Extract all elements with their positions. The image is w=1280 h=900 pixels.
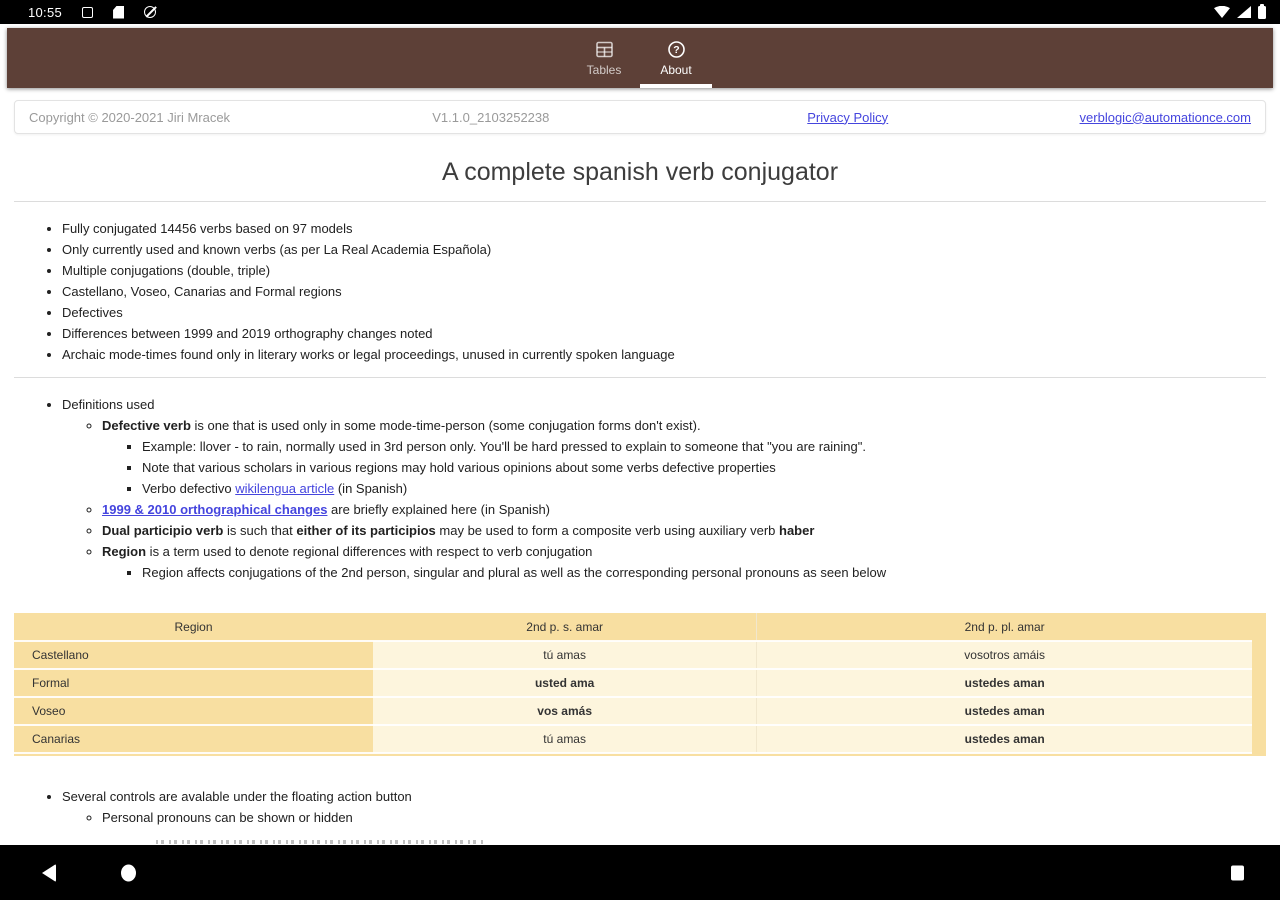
text-segment: is a term used to denote regional differ… — [146, 544, 593, 559]
list-item: Verbo defectivo wikilengua article (in S… — [142, 478, 1266, 499]
text-segment: Definitions used — [62, 397, 155, 412]
clock: 10:55 — [28, 4, 63, 20]
table-row: Castellano tú amas vosotros amáis — [14, 641, 1252, 670]
text-segment: Region — [102, 544, 147, 559]
list-item: Personal pronouns can be shown or hidden — [102, 807, 1266, 828]
text-segment: Several controls are avalable under the … — [62, 789, 412, 804]
list-item: Region affects conjugations of the 2nd p… — [142, 562, 1266, 583]
help-icon: ? — [667, 40, 686, 59]
regions-table-wrap: Region 2nd p. s. amar 2nd p. pl. amar Caste… — [14, 613, 1266, 756]
list-item: 1999 & 2010 orthographical changes are b… — [102, 499, 1266, 520]
version-text: V1.1.0_2103252238 — [432, 109, 550, 125]
text-segment: is one that is used only in some mode-ti… — [190, 418, 701, 433]
region-cell: Formal — [14, 669, 374, 698]
list-item: Dual participio verb is such that either… — [102, 520, 1266, 541]
copyright-text: Copyright © 2020-2021 Jiri Mracek — [29, 109, 231, 125]
recents-button[interactable] — [1231, 865, 1244, 880]
table-header-row: Region 2nd p. s. amar 2nd p. pl. amar — [14, 613, 1252, 642]
clipped-text-line — [156, 840, 486, 844]
list-item: Only currently used and known verbs (as … — [62, 239, 1266, 260]
list-item: Example: llover - to rain, normally used… — [142, 436, 1266, 457]
list-item: Region is a term used to denote regional… — [102, 541, 1266, 583]
list-item: Several controls are avalable under the … — [62, 786, 1266, 828]
screenshot-icon — [82, 6, 94, 18]
navigation-bar — [0, 845, 1280, 900]
home-button[interactable] — [121, 864, 136, 881]
signal-icon — [1237, 6, 1251, 18]
conjugation-cell: usted ama — [373, 669, 757, 698]
list-item: Differences between 1999 and 2019 orthog… — [62, 323, 1266, 344]
divider — [14, 201, 1266, 202]
wifi-icon — [1214, 6, 1230, 18]
tab-about-label: About — [660, 62, 692, 77]
table-icon — [595, 40, 614, 59]
region-cell: Voseo — [14, 697, 374, 726]
text-segment: either of its participios — [296, 523, 436, 538]
conjugation-cell: vos amás — [373, 697, 757, 726]
list-item: Defectives — [62, 302, 1266, 323]
about-page: Copyright © 2020-2021 Jiri Mracek V1.1.0… — [0, 100, 1280, 844]
column-header: Region — [14, 613, 374, 642]
text-segment: Verbo defectivo — [142, 481, 236, 496]
list-item: Fully conjugated 14456 verbs based on 97… — [62, 218, 1266, 239]
list-item: Definitions used Defective verb is one th… — [62, 394, 1266, 583]
divider — [14, 377, 1266, 378]
text-segment: are briefly explained here (in Spanish) — [327, 502, 551, 517]
table-row: Voseo vos amás ustedes aman — [14, 697, 1252, 726]
back-button[interactable] — [42, 863, 56, 882]
conjugation-cell: vosotros amáis — [756, 641, 1252, 670]
status-bar: 10:55 — [0, 0, 1280, 24]
tab-tables-label: Tables — [586, 62, 622, 77]
region-cell: Castellano — [14, 641, 374, 670]
page-title: A complete spanish verb conjugator — [441, 158, 839, 186]
active-tab-indicator — [640, 84, 712, 88]
list-item: Defective verb is one that is used only … — [102, 415, 1266, 499]
sdcard-icon — [113, 5, 125, 19]
circle-slash-icon — [144, 6, 157, 18]
conjugation-cell: ustedes aman — [756, 697, 1252, 726]
features-list: Fully conjugated 14456 verbs based on 97… — [14, 218, 1266, 365]
list-item: Archaic mode-times found only in literar… — [62, 344, 1266, 365]
conjugation-cell: ustedes aman — [756, 669, 1252, 698]
text-segment: Defective verb — [102, 418, 191, 433]
regions-table: Region 2nd p. s. amar 2nd p. pl. amar Caste… — [14, 613, 1252, 754]
list-item: Note that various scholars in various re… — [142, 457, 1266, 478]
app-bar: Tables ? About — [7, 28, 1273, 88]
tab-tables[interactable]: Tables — [568, 28, 640, 88]
controls-list: Several controls are avalable under the … — [14, 786, 1266, 828]
definitions-list: Definitions used Defective verb is one th… — [14, 394, 1266, 583]
battery-icon — [1258, 3, 1266, 19]
table-row: Formal usted ama ustedes aman — [14, 669, 1252, 698]
text-segment: Personal pronouns can be shown or hidden — [102, 810, 353, 825]
contact-email-link[interactable]: verblogic@automationce.com — [1080, 110, 1251, 125]
svg-text:?: ? — [673, 44, 679, 56]
screen: 10:55 Tables ? About Copyright © 2020-20… — [0, 0, 1280, 900]
conjugation-cell: tú amas — [373, 641, 757, 670]
text-segment: is such that — [223, 523, 297, 538]
tab-about[interactable]: ? About — [640, 28, 712, 88]
text-segment: Note that various scholars in various re… — [142, 460, 776, 475]
text-segment: may be used to form a composite verb usi… — [435, 523, 779, 538]
text-segment: haber — [779, 523, 815, 538]
text-segment: (in Spanish) — [334, 481, 408, 496]
inline-link[interactable]: wikilengua article — [235, 481, 334, 496]
list-item: Castellano, Voseo, Canarias and Formal r… — [62, 281, 1266, 302]
info-bar: Copyright © 2020-2021 Jiri Mracek V1.1.0… — [14, 100, 1266, 134]
conjugation-cell: ustedes aman — [756, 725, 1252, 754]
text-segment: Region affects conjugations of the 2nd p… — [142, 565, 887, 580]
column-header: 2nd p. pl. amar — [756, 613, 1252, 642]
table-row: Canarias tú amas ustedes aman — [14, 725, 1252, 754]
conjugation-cell: tú amas — [373, 725, 757, 754]
region-cell: Canarias — [14, 725, 374, 754]
column-header: 2nd p. s. amar — [373, 613, 757, 642]
list-item: Multiple conjugations (double, triple) — [62, 260, 1266, 281]
text-segment: Example: llover - to rain, normally used… — [142, 439, 866, 454]
inline-link[interactable]: 1999 & 2010 orthographical changes — [102, 502, 327, 517]
privacy-policy-link[interactable]: Privacy Policy — [807, 110, 888, 125]
text-segment: Dual participio verb — [102, 523, 224, 538]
